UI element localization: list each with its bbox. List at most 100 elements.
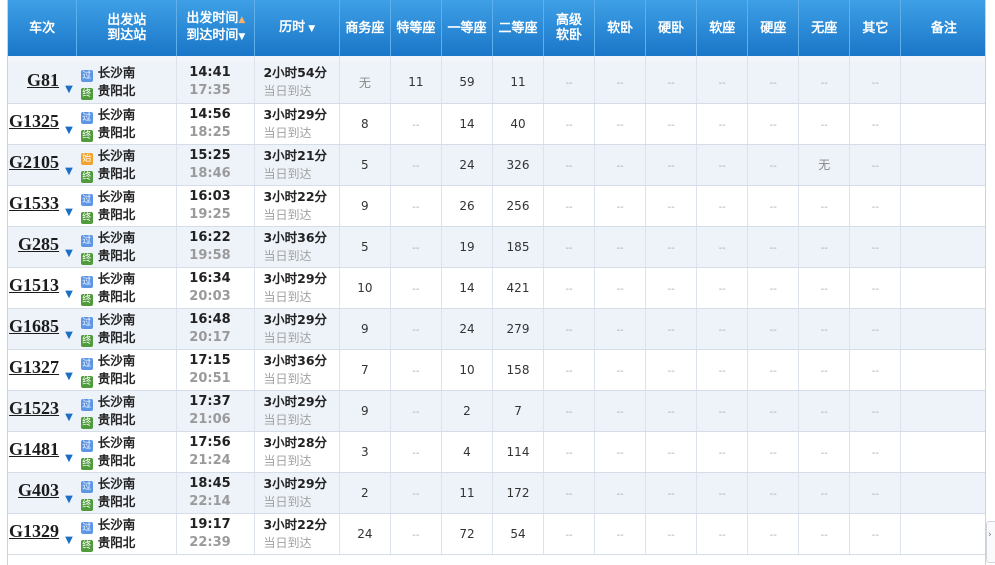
header-time-bottom: 到达时间 bbox=[186, 28, 239, 43]
to-station: 终贵阳北 bbox=[80, 288, 177, 306]
seat-premium-count: -- bbox=[412, 160, 420, 172]
seat-hard-sleeper-count: -- bbox=[667, 119, 675, 131]
seat-premium-cell: -- bbox=[390, 144, 442, 186]
seat-soft-sleeper-cell: -- bbox=[594, 390, 647, 432]
seat-soft-sleeper-count: -- bbox=[616, 488, 624, 500]
seat-first-count: 24 bbox=[459, 157, 475, 172]
header-duration-sort[interactable]: 历时 ▼ bbox=[254, 0, 340, 56]
duration-cell: 3小时21分 当日到达 bbox=[254, 144, 340, 186]
train-number-link[interactable]: G403 bbox=[18, 480, 59, 500]
pass-station-icon: 过 bbox=[80, 275, 93, 288]
header-times-sort[interactable]: 出发时间▲ 到达时间▼ bbox=[176, 0, 256, 56]
seat-premium-count: -- bbox=[412, 324, 420, 336]
seat-hard-seat-cell: -- bbox=[747, 349, 800, 391]
seat-first-count: 19 bbox=[459, 239, 475, 254]
seat-second-count: 172 bbox=[506, 485, 530, 500]
seat-premium-count: -- bbox=[412, 406, 420, 418]
train-number-link[interactable]: G1325 bbox=[9, 111, 59, 131]
train-number-link[interactable]: G2105 bbox=[9, 152, 59, 172]
expand-caret-icon[interactable]: ▼ bbox=[65, 207, 73, 218]
seat-premium-cell: -- bbox=[390, 226, 442, 268]
header-soft-seat: 软座 bbox=[696, 0, 749, 56]
expand-caret-icon[interactable]: ▼ bbox=[65, 84, 73, 95]
expand-caret-icon[interactable]: ▼ bbox=[65, 330, 73, 341]
table-row[interactable]: G1685 ▼ 过长沙南终贵阳北 16:48 20:17 3小时29分 当日到达 9 -- 24 2… bbox=[8, 308, 985, 350]
expand-caret-icon[interactable]: ▼ bbox=[65, 248, 73, 259]
seat-premium-cell: -- bbox=[390, 103, 442, 145]
train-number-link[interactable]: G1513 bbox=[9, 275, 59, 295]
seat-no-seat-cell: -- bbox=[798, 472, 851, 514]
seat-deluxe-soft-cell: -- bbox=[543, 308, 596, 350]
from-station-name: 长沙南 bbox=[97, 65, 136, 81]
train-number-link[interactable]: G1523 bbox=[9, 398, 59, 418]
table-row[interactable]: G285 ▼ 过长沙南终贵阳北 16:22 19:58 3小时36分 当日到达 5 -- 19 18… bbox=[8, 226, 985, 268]
time-cell: 16:48 20:17 bbox=[176, 308, 256, 350]
table-row[interactable]: G1327 ▼ 过长沙南终贵阳北 17:15 20:51 3小时36分 当日到达 7 -- 10 1… bbox=[8, 349, 985, 391]
seat-second-cell: 158 bbox=[492, 349, 545, 391]
scroll-right-button[interactable]: › bbox=[986, 521, 995, 563]
seat-other-count: -- bbox=[871, 447, 879, 459]
train-number-link[interactable]: G1327 bbox=[9, 357, 59, 377]
table-row[interactable]: G403 ▼ 过长沙南终贵阳北 18:45 22:14 3小时29分 当日到达 2 -- 11 17… bbox=[8, 472, 985, 514]
train-number-link[interactable]: G1533 bbox=[9, 193, 59, 213]
train-number-link[interactable]: G1481 bbox=[9, 439, 59, 459]
table-row[interactable]: G1481 ▼ 过长沙南终贵阳北 17:56 21:24 3小时28分 当日到达 3 -- 4 11… bbox=[8, 431, 985, 473]
seat-soft-seat-count: -- bbox=[718, 283, 726, 295]
seat-first-cell: 24 bbox=[441, 144, 493, 186]
table-row[interactable]: G2105 ▼ 始长沙南终贵阳北 15:25 18:46 3小时21分 当日到达 5 -- 24 3… bbox=[8, 144, 985, 186]
table-row[interactable]: G1533 ▼ 过长沙南终贵阳北 16:03 19:25 3小时22分 当日到达 9 -- 26 2… bbox=[8, 185, 985, 227]
header-remark: 备注 bbox=[900, 0, 985, 56]
seat-no-seat-count: -- bbox=[820, 283, 828, 295]
to-station-name: 贵阳北 bbox=[97, 83, 136, 99]
to-station-name: 贵阳北 bbox=[97, 165, 136, 181]
seat-no-seat-count: -- bbox=[820, 201, 828, 213]
expand-caret-icon[interactable]: ▼ bbox=[65, 412, 73, 423]
to-station: 终贵阳北 bbox=[80, 82, 177, 101]
from-station: 过长沙南 bbox=[80, 393, 177, 411]
train-number-link[interactable]: G1685 bbox=[9, 316, 59, 336]
seat-other-count: -- bbox=[871, 406, 879, 418]
table-row[interactable]: G1325 ▼ 过长沙南终贵阳北 14:56 18:25 3小时29分 当日到达 8 -- 14 4… bbox=[8, 103, 985, 145]
expand-caret-icon[interactable]: ▼ bbox=[65, 494, 73, 505]
seat-deluxe-soft-cell: -- bbox=[543, 472, 596, 514]
seat-premium-cell: -- bbox=[390, 308, 442, 350]
seat-hard-sleeper-cell: -- bbox=[645, 267, 698, 309]
table-row[interactable]: G1329 ▼ 过长沙南终贵阳北 19:17 22:39 3小时22分 当日到达 24 -- 72… bbox=[8, 513, 985, 555]
expand-caret-icon[interactable]: ▼ bbox=[65, 125, 73, 136]
table-row[interactable]: G1523 ▼ 过长沙南终贵阳北 17:37 21:06 3小时29分 当日到达 9 -- 2 7-… bbox=[8, 390, 985, 432]
time-cell: 14:56 18:25 bbox=[176, 103, 256, 145]
seat-second-cell: 114 bbox=[492, 431, 545, 473]
seat-no-seat-cell: 无 bbox=[798, 144, 851, 186]
seat-hard-seat-count: -- bbox=[769, 447, 777, 459]
seat-soft-sleeper-count: -- bbox=[616, 283, 624, 295]
seat-second-count: 421 bbox=[506, 280, 530, 295]
seat-business-cell: 5 bbox=[339, 226, 391, 268]
expand-caret-icon[interactable]: ▼ bbox=[65, 535, 73, 546]
seat-second-cell: 326 bbox=[492, 144, 545, 186]
expand-caret-icon[interactable]: ▼ bbox=[65, 453, 73, 464]
departure-time: 17:37 bbox=[189, 393, 231, 409]
pass-station-icon: 过 bbox=[80, 398, 93, 411]
train-number-link[interactable]: G81 bbox=[27, 70, 59, 90]
seat-hard-seat-count: -- bbox=[769, 283, 777, 295]
duration-text: 3小时29分 bbox=[263, 393, 328, 409]
table-row[interactable]: G1513 ▼ 过长沙南终贵阳北 16:34 20:03 3小时29分 当日到达 10 -- 14… bbox=[8, 267, 985, 309]
seat-first-cell: 59 bbox=[441, 62, 493, 104]
train-number-link[interactable]: G285 bbox=[18, 234, 59, 254]
seat-premium-cell: -- bbox=[390, 472, 442, 514]
seat-business-cell: 无 bbox=[339, 62, 391, 104]
seat-soft-seat-count: -- bbox=[718, 160, 726, 172]
table-row[interactable]: G81 ▼ 过长沙南终贵阳北 14:41 17:35 2小时54分 当日到达无 11 59 11-… bbox=[8, 62, 985, 104]
seat-business-cell: 8 bbox=[339, 103, 391, 145]
to-station: 终贵阳北 bbox=[80, 493, 177, 511]
seat-hard-seat-cell: -- bbox=[747, 62, 800, 104]
seat-soft-sleeper-cell: -- bbox=[594, 103, 647, 145]
seat-soft-seat-count: -- bbox=[718, 242, 726, 254]
train-number-link[interactable]: G1329 bbox=[9, 521, 59, 541]
arrival-time: 17:35 bbox=[189, 83, 231, 99]
expand-caret-icon[interactable]: ▼ bbox=[65, 371, 73, 382]
seat-business-cell: 2 bbox=[339, 472, 391, 514]
seat-other-count: -- bbox=[871, 160, 879, 172]
expand-caret-icon[interactable]: ▼ bbox=[65, 166, 73, 177]
expand-caret-icon[interactable]: ▼ bbox=[65, 289, 73, 300]
